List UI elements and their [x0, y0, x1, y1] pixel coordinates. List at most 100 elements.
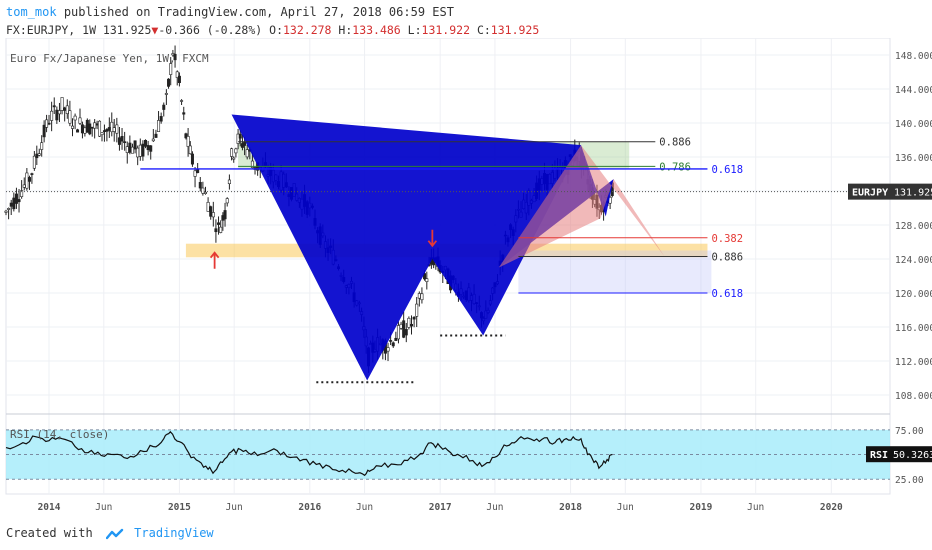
price-axis-tick: 108.000 — [895, 391, 932, 402]
candle-body — [25, 172, 29, 189]
candle-body — [407, 317, 411, 328]
fib-level-label: 0.786 — [659, 161, 691, 173]
candle-body — [404, 329, 408, 336]
candle-body — [243, 141, 247, 146]
candle-body — [144, 139, 148, 147]
candle-body — [35, 153, 39, 159]
fib-level-label: 0.382 — [711, 233, 743, 245]
time-axis-tick: 2018 — [559, 502, 582, 513]
candle-body — [186, 136, 190, 147]
candle-body — [232, 157, 236, 160]
symbol-interval: FX:EURJPY, 1W 131.925 — [6, 23, 152, 37]
candle-body — [105, 129, 109, 132]
candle-body — [60, 97, 64, 111]
candle-body — [85, 119, 89, 133]
candle-body — [154, 133, 158, 138]
candle-body — [188, 145, 192, 154]
candle-body — [209, 206, 213, 217]
candle-body — [133, 140, 137, 150]
footer: Created with TradingView — [6, 526, 214, 540]
time-axis-tick: Jun — [617, 502, 634, 513]
rsi-pane — [5, 429, 890, 480]
candle-body — [88, 123, 92, 135]
candle-body — [80, 124, 84, 134]
candle-body — [32, 155, 36, 169]
candle-body — [177, 75, 181, 84]
candle-body — [217, 222, 221, 225]
chart-area[interactable]: 0.8860.7860.6180.3820.8860.618 25.0050.0… — [0, 37, 932, 516]
publish-header: tom_mok published on TradingView.com, Ap… — [6, 5, 454, 19]
time-axis-tick: 2019 — [689, 502, 712, 513]
candle-body — [76, 129, 80, 133]
candle-body — [63, 107, 67, 111]
candle-body — [123, 141, 127, 144]
candle-body — [146, 145, 150, 151]
fib-level-label: 0.618 — [711, 164, 743, 176]
candle-body — [230, 148, 234, 157]
candle-body — [138, 144, 142, 157]
candle-body — [50, 110, 54, 121]
time-axis-tick: 2016 — [298, 502, 321, 513]
candle-body — [389, 340, 393, 342]
candle-body — [83, 127, 87, 134]
candle-body — [78, 117, 82, 124]
candle-body — [417, 293, 421, 299]
high-value: 133.486 — [352, 23, 401, 37]
candle-body — [386, 347, 390, 352]
candle-body — [7, 208, 11, 210]
rsi-axis-tick: 75.00 — [895, 426, 924, 437]
time-axis-tick: 2014 — [38, 502, 61, 513]
price-axis-tick: 148.000 — [895, 51, 932, 62]
candle-body — [40, 142, 44, 150]
open-value: 132.278 — [283, 23, 332, 37]
candle-body — [93, 122, 97, 129]
time-axis-tick: 2017 — [429, 502, 452, 513]
candle-body — [57, 110, 61, 115]
fib-level-label: 0.886 — [711, 251, 743, 263]
candle-body — [73, 115, 77, 121]
rsi-axis-tick: 25.00 — [895, 475, 924, 486]
tradingview-brand-link[interactable]: TradingView — [134, 526, 213, 540]
price-axis-tick: 120.000 — [895, 289, 932, 300]
candle-body — [214, 228, 218, 233]
close-label: C: — [476, 23, 491, 37]
price-axis-tick: 128.000 — [895, 221, 932, 232]
candle-body — [157, 120, 161, 132]
candle-body — [203, 191, 207, 194]
candle-body — [159, 116, 163, 122]
candle-body — [225, 198, 229, 204]
candle-body — [128, 142, 132, 153]
candle-body — [112, 127, 116, 132]
chart-title: Euro Fx/Japanese Yen, 1W, FXCM — [10, 52, 209, 65]
publish-info: published on TradingView.com, April 27, … — [63, 5, 454, 19]
candle-body — [120, 136, 124, 142]
time-axis-tick: Jun — [226, 502, 243, 513]
candle-body — [4, 210, 8, 213]
candle-body — [151, 138, 155, 142]
candle-body — [42, 124, 46, 138]
candle-body — [219, 226, 223, 233]
candle-body — [136, 147, 140, 158]
candle-body — [27, 177, 31, 182]
candle-body — [420, 293, 424, 301]
author-link[interactable]: tom_mok — [6, 5, 57, 19]
price-axis-tick: 144.000 — [895, 85, 932, 96]
candle-body — [22, 184, 26, 188]
candle-body — [45, 119, 49, 128]
time-axis-tick: Jun — [747, 502, 764, 513]
rsi-value-label: RSI — [870, 450, 888, 461]
close-value: 131.925 — [490, 23, 540, 37]
price-chart-svg[interactable]: 0.8860.7860.6180.3820.8860.618 25.0050.0… — [0, 37, 932, 516]
candle-body — [115, 124, 119, 134]
high-label: H: — [338, 23, 353, 37]
candle-body — [98, 120, 102, 137]
low-value: 131.922 — [421, 23, 470, 37]
candle-body — [141, 143, 145, 157]
candle-body — [402, 320, 406, 338]
candle-body — [130, 146, 134, 154]
candle-body — [193, 170, 197, 177]
candle-body — [125, 146, 129, 153]
candle-body — [30, 173, 34, 175]
candle-body — [211, 212, 215, 218]
open-label: O: — [269, 23, 283, 37]
